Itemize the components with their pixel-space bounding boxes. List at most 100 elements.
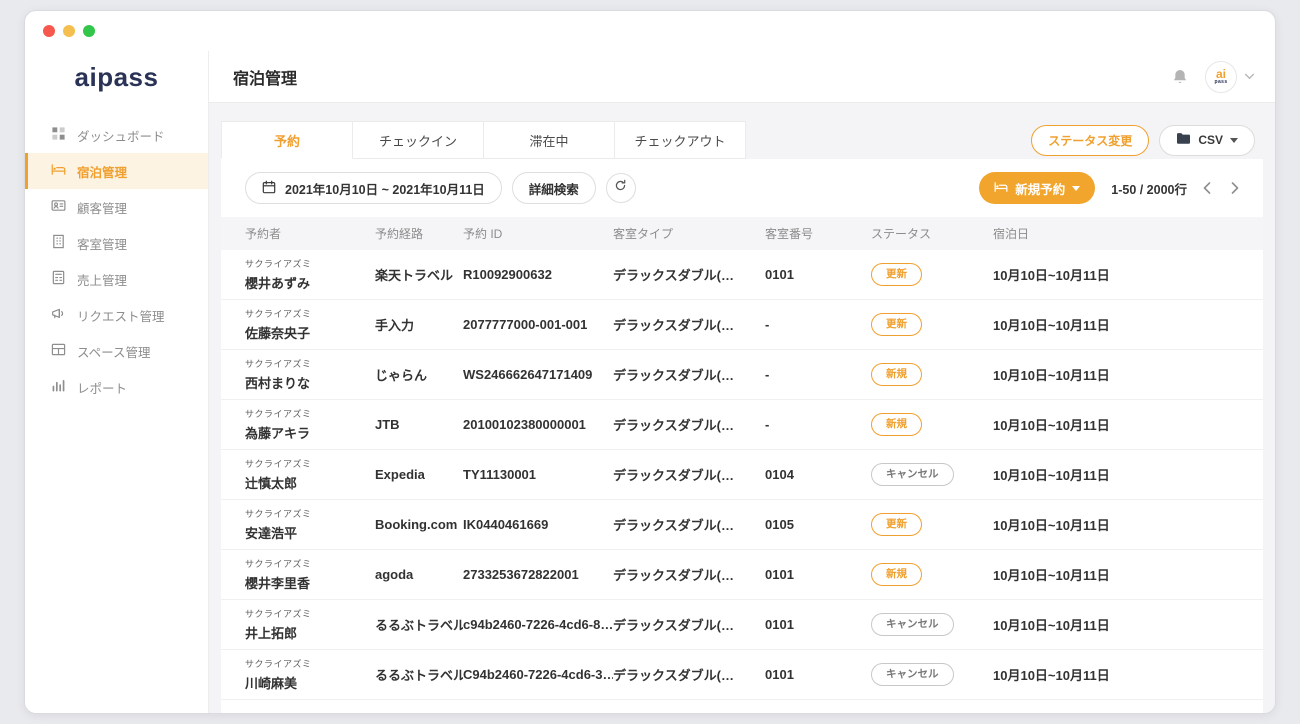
caret-down-icon bbox=[1072, 186, 1080, 191]
notification-bell-icon[interactable] bbox=[1171, 68, 1189, 86]
sidebar-item-stay-management[interactable]: 宿泊管理 bbox=[25, 153, 208, 189]
new-reservation-button[interactable]: 新規予約 bbox=[979, 172, 1095, 204]
table-row[interactable]: サクライアズミ 辻慎太郎 Expedia TY11130001 デラックスダブル… bbox=[221, 450, 1263, 500]
status-badge[interactable]: 更新 bbox=[871, 313, 922, 336]
room-type: デラックスダブル(… bbox=[613, 665, 765, 684]
guest-furigana: サクライアズミ bbox=[245, 407, 367, 420]
column-header-room-number: 客室番号 bbox=[765, 225, 871, 242]
sidebar: aipass ダッシュボード 宿泊管理 顧客管理 客室管理 bbox=[25, 51, 209, 713]
sidebar-item-space-management[interactable]: スペース管理 bbox=[25, 333, 208, 369]
main-header: 宿泊管理 ai pass bbox=[209, 51, 1275, 103]
table-row[interactable]: サクライアズミ 櫻井李里香 agoda 2733253672822001 デラッ… bbox=[221, 550, 1263, 600]
chevron-down-icon bbox=[1244, 73, 1255, 80]
status-badge[interactable]: キャンセル bbox=[871, 463, 954, 486]
csv-export-button[interactable]: CSV bbox=[1159, 125, 1255, 156]
sidebar-item-label: 顧客管理 bbox=[77, 198, 127, 217]
table-row[interactable]: サクライアズミ 佐藤奈央子 手入力 2077777000-001-001 デラッ… bbox=[221, 300, 1263, 350]
sidebar-item-label: リクエスト管理 bbox=[77, 306, 165, 325]
booking-id: R10092900632 bbox=[463, 267, 613, 282]
booking-channel: Booking.com bbox=[375, 517, 463, 532]
tab-label: 滞在中 bbox=[529, 131, 568, 150]
content-area: 予約 チェックイン 滞在中 チェックアウト ステータス変更 CSV bbox=[209, 103, 1275, 713]
column-header-status: ステータス bbox=[871, 225, 993, 242]
date-range-label: 2021年10月10日 ~ 2021年10月11日 bbox=[285, 179, 485, 198]
tabs-row: 予約 チェックイン 滞在中 チェックアウト ステータス変更 CSV bbox=[221, 121, 1263, 159]
status-badge[interactable]: キャンセル bbox=[871, 613, 954, 636]
app-window: aipass ダッシュボード 宿泊管理 顧客管理 客室管理 bbox=[24, 10, 1276, 714]
table-row[interactable]: サクライアズミ 櫻井あずみ 楽天トラベル R10092900632 デラックスダ… bbox=[221, 250, 1263, 300]
stay-date: 10月10日~10月11日 bbox=[993, 415, 1239, 434]
stay-date: 10月10日~10月11日 bbox=[993, 265, 1239, 284]
room-number: - bbox=[765, 317, 871, 332]
guest-furigana: サクライアズミ bbox=[245, 507, 367, 520]
status-badge[interactable]: 新規 bbox=[871, 363, 922, 386]
status-badge[interactable]: 新規 bbox=[871, 563, 922, 586]
status-change-button[interactable]: ステータス変更 bbox=[1031, 125, 1149, 156]
date-range-filter[interactable]: 2021年10月10日 ~ 2021年10月11日 bbox=[245, 172, 502, 204]
booking-channel: 楽天トラベル bbox=[375, 265, 463, 284]
tab-checkin[interactable]: チェックイン bbox=[352, 121, 484, 159]
reservation-table-body: サクライアズミ 櫻井あずみ 楽天トラベル R10092900632 デラックスダ… bbox=[221, 250, 1263, 713]
room-number: 0101 bbox=[765, 667, 871, 682]
tab-label: 予約 bbox=[274, 131, 300, 150]
tab-label: チェックイン bbox=[379, 131, 457, 150]
sidebar-item-label: 客室管理 bbox=[77, 234, 127, 253]
traffic-light-minimize-icon[interactable] bbox=[63, 25, 75, 37]
stay-date: 10月10日~10月11日 bbox=[993, 665, 1239, 684]
sidebar-item-label: 宿泊管理 bbox=[77, 162, 127, 181]
avatar-text-bottom: pass bbox=[1215, 80, 1228, 85]
guest-name: 櫻井あずみ bbox=[245, 273, 367, 292]
column-header-guest: 予約者 bbox=[245, 225, 375, 242]
table-row[interactable]: サクライアズミ 為藤アキラ JTB 20100102380000001 デラック… bbox=[221, 400, 1263, 450]
detail-search-button[interactable]: 詳細検索 bbox=[512, 172, 596, 204]
guest-furigana: サクライアズミ bbox=[245, 557, 367, 570]
bed-icon bbox=[994, 181, 1008, 196]
guest-name: 井上拓郎 bbox=[245, 623, 367, 642]
sidebar-item-sales-management[interactable]: 売上管理 bbox=[25, 261, 208, 297]
sidebar-nav: ダッシュボード 宿泊管理 顧客管理 客室管理 売上管理 bbox=[25, 103, 208, 405]
status-badge[interactable]: 新規 bbox=[871, 413, 922, 436]
next-page-button[interactable] bbox=[1231, 182, 1239, 194]
building-icon bbox=[51, 234, 66, 252]
user-menu[interactable]: ai pass bbox=[1205, 61, 1255, 93]
sidebar-item-room-management[interactable]: 客室管理 bbox=[25, 225, 208, 261]
sidebar-item-label: 売上管理 bbox=[77, 270, 127, 289]
guest-furigana: サクライアズミ bbox=[245, 607, 367, 620]
refresh-icon bbox=[614, 179, 627, 197]
guest-name: 為藤アキラ bbox=[245, 423, 367, 442]
refresh-button[interactable] bbox=[606, 173, 636, 203]
status-badge[interactable]: 更新 bbox=[871, 263, 922, 286]
table-row[interactable]: サクライアズミ 安達浩平 Booking.com IK0440461669 デラ… bbox=[221, 500, 1263, 550]
booking-id: TY11130001 bbox=[463, 467, 613, 482]
room-number: 0101 bbox=[765, 617, 871, 632]
sidebar-item-dashboard[interactable]: ダッシュボード bbox=[25, 117, 208, 153]
stay-date: 10月10日~10月11日 bbox=[993, 515, 1239, 534]
booking-id: C94b2460-7226-4cd6-3… bbox=[463, 667, 613, 682]
tab-reservation[interactable]: 予約 bbox=[221, 121, 353, 159]
table-row[interactable]: サクライアズミ 井上拓郎 るるぶトラベル c94b2460-7226-4cd6-… bbox=[221, 600, 1263, 650]
user-avatar[interactable]: ai pass bbox=[1205, 61, 1237, 93]
bar-chart-icon bbox=[51, 378, 66, 396]
status-badge[interactable]: 更新 bbox=[871, 513, 922, 536]
traffic-light-close-icon[interactable] bbox=[43, 25, 55, 37]
traffic-light-zoom-icon[interactable] bbox=[83, 25, 95, 37]
guest-name: 佐藤奈央子 bbox=[245, 323, 367, 342]
tab-staying[interactable]: 滞在中 bbox=[483, 121, 615, 159]
sidebar-item-request-management[interactable]: リクエスト管理 bbox=[25, 297, 208, 333]
prev-page-button[interactable] bbox=[1203, 182, 1211, 194]
sidebar-item-customer-management[interactable]: 顧客管理 bbox=[25, 189, 208, 225]
booking-channel: 手入力 bbox=[375, 315, 463, 334]
column-header-booking-id: 予約 ID bbox=[463, 225, 613, 242]
tab-checkout[interactable]: チェックアウト bbox=[614, 121, 746, 159]
room-type: デラックスダブル(… bbox=[613, 615, 765, 634]
room-number: - bbox=[765, 417, 871, 432]
guest-name: 安達浩平 bbox=[245, 523, 367, 542]
status-badge[interactable]: キャンセル bbox=[871, 663, 954, 686]
table-row[interactable]: サクライアズミ 川崎麻美 るるぶトラベル C94b2460-7226-4cd6-… bbox=[221, 650, 1263, 700]
sidebar-item-label: ダッシュボード bbox=[77, 126, 165, 145]
space-icon bbox=[51, 342, 66, 360]
booking-id: c94b2460-7226-4cd6-8… bbox=[463, 617, 613, 632]
room-number: 0104 bbox=[765, 467, 871, 482]
sidebar-item-report[interactable]: レポート bbox=[25, 369, 208, 405]
table-row[interactable]: サクライアズミ 西村まりな じゃらん WS246662647171409 デラッ… bbox=[221, 350, 1263, 400]
